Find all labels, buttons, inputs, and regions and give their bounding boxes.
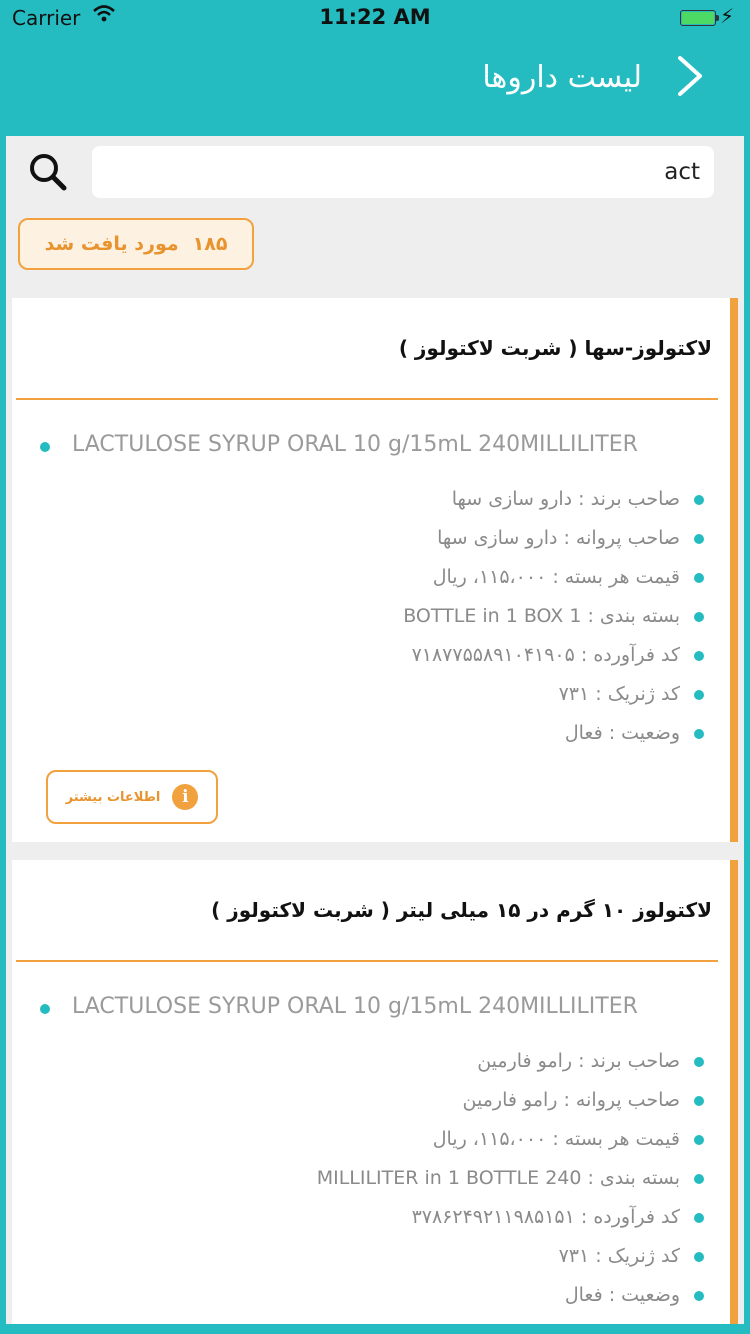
clock: 11:22 AM xyxy=(319,5,431,29)
drug-latin-name: LACTULOSE SYRUP ORAL 10 g/15mL 240MILLIL… xyxy=(72,432,638,457)
prop-brand-owner: صاحب برند : دارو سازی سها xyxy=(50,480,730,519)
prop-status: وضعیت : فعال xyxy=(50,1276,730,1315)
results-count-label: مورد یافت شد xyxy=(44,233,179,255)
bullet-icon xyxy=(40,1004,50,1014)
search-icon[interactable] xyxy=(24,148,72,196)
prop-product-code: کد فرآورده : ۳۷۸۶۲۴۹۲۱۱۹۸۵۱۵۱ xyxy=(50,1198,730,1237)
prop-price: قیمت هر بسته : ۱۱۵،۰۰۰، ریال xyxy=(50,558,730,597)
prop-brand-owner: صاحب برند : رامو فارمین xyxy=(50,1042,730,1081)
drug-title: لاکتولوز-سها ( شربت لاکتولوز ) xyxy=(398,336,712,360)
bullet-icon xyxy=(40,442,50,452)
more-info-label: اطلاعات بیشتر xyxy=(65,789,161,805)
search-input[interactable] xyxy=(92,146,714,198)
battery-icon xyxy=(680,10,719,26)
results-count: ۱۸۵ xyxy=(192,233,228,255)
drug-latin-name: LACTULOSE SYRUP ORAL 10 g/15mL 240MILLIL… xyxy=(72,994,638,1019)
page-title: لیست داروها xyxy=(482,60,642,95)
status-bar: Carrier 11:22 AM ⚡ xyxy=(0,0,750,40)
prop-generic-code: کد ژنریک : ۷۳۱ xyxy=(50,1237,730,1276)
prop-packaging: بسته بندی : 240 MILLILITER in 1 BOTTLE xyxy=(50,1159,730,1198)
drug-card[interactable]: لاکتولوز ۱۰ گرم در ۱۵ میلی لیتر ( شربت ل… xyxy=(12,860,738,1324)
back-chevron-icon[interactable] xyxy=(674,54,706,98)
info-icon: i xyxy=(172,784,199,810)
card-divider xyxy=(16,398,718,400)
charging-icon: ⚡ xyxy=(719,4,734,28)
navigation-bar: لیست داروها xyxy=(0,40,750,136)
drug-properties: صاحب برند : رامو فارمین صاحب پروانه : را… xyxy=(50,1042,730,1315)
prop-generic-code: کد ژنریک : ۷۳۱ xyxy=(50,675,730,714)
drug-properties: صاحب برند : دارو سازی سها صاحب پروانه : … xyxy=(50,480,730,753)
search-field[interactable] xyxy=(92,146,714,198)
drug-title: لاکتولوز ۱۰ گرم در ۱۵ میلی لیتر ( شربت ل… xyxy=(211,898,712,922)
prop-product-code: کد فرآورده : ۷۱۸۷۷۵۵۸۹۱۰۴۱۹۰۵ xyxy=(50,636,730,675)
drug-card[interactable]: لاکتولوز-سها ( شربت لاکتولوز ) LACTULOSE… xyxy=(12,298,738,842)
results-count-badge: ۱۸۵ مورد یافت شد xyxy=(18,218,254,270)
content-panel: ۱۸۵ مورد یافت شد لاکتولوز-سها ( شربت لاک… xyxy=(6,136,744,1324)
prop-status: وضعیت : فعال xyxy=(50,714,730,753)
card-divider xyxy=(16,960,718,962)
prop-license-owner: صاحب پروانه : دارو سازی سها xyxy=(50,519,730,558)
prop-packaging: بسته بندی : 1 BOTTLE in 1 BOX xyxy=(50,597,730,636)
prop-price: قیمت هر بسته : ۱۱۵،۰۰۰، ریال xyxy=(50,1120,730,1159)
prop-license-owner: صاحب پروانه : رامو فارمین xyxy=(50,1081,730,1120)
more-info-button[interactable]: i اطلاعات بیشتر xyxy=(46,770,218,824)
